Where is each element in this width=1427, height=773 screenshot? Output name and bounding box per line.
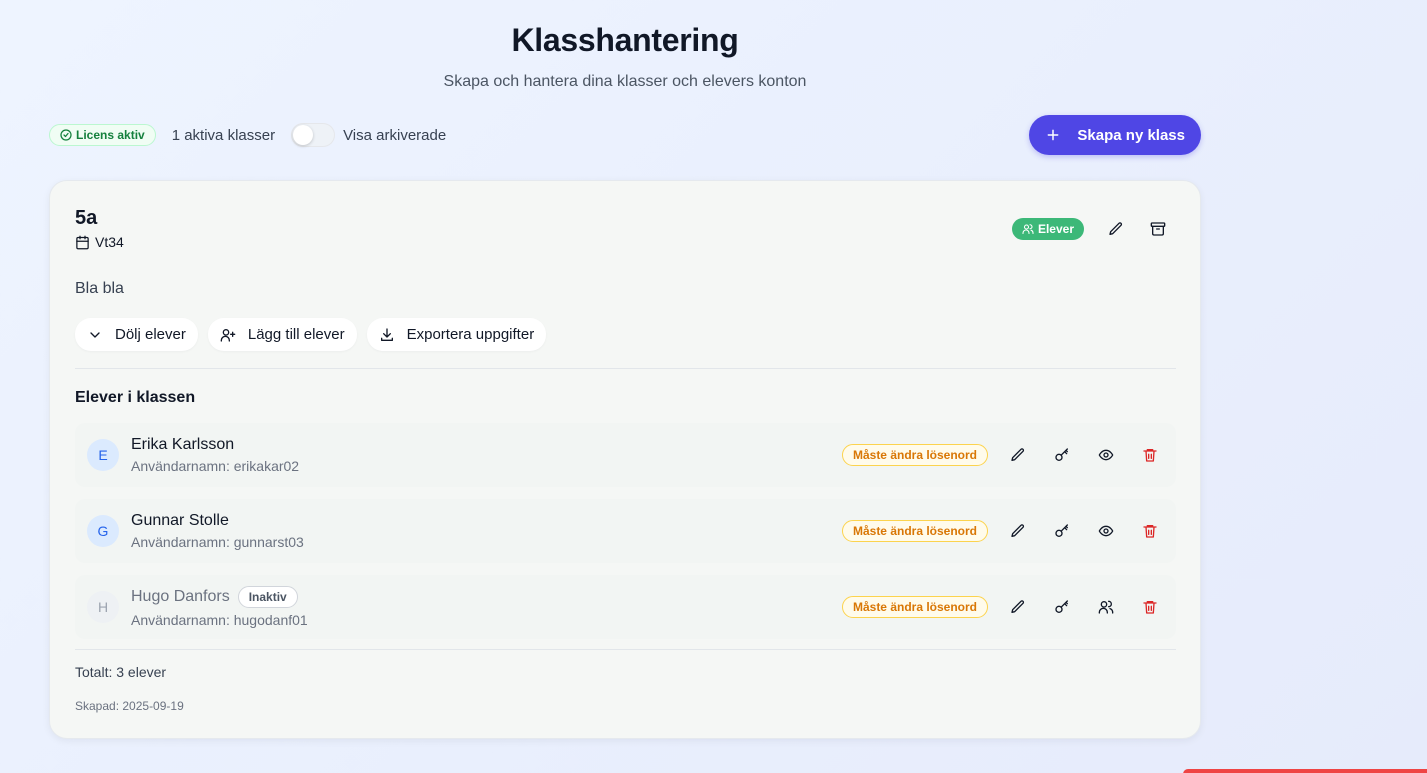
student-actions: Måste ändra lösenord <box>841 440 1168 470</box>
page-title: Klasshantering <box>511 22 739 58</box>
reset-password-button[interactable] <box>1044 440 1080 470</box>
student-name: Gunnar Stolle <box>131 512 229 529</box>
divider <box>75 649 1176 650</box>
class-description: Bla bla <box>75 280 124 297</box>
students-badge-label: Elever <box>1037 222 1074 236</box>
student-username: Användarnamn: hugodanf01 <box>131 612 308 628</box>
archive-class-button[interactable] <box>1140 214 1176 244</box>
password-status-badge: Måste ändra lösenord <box>841 444 988 466</box>
pencil-icon <box>1011 448 1025 461</box>
password-status-badge: Måste ändra lösenord <box>841 520 988 542</box>
check-circle-icon <box>60 129 72 141</box>
student-info: Gunnar Stolle Användarnamn: gunnarst03 <box>131 512 304 550</box>
show-archived-label: Visa arkiverade <box>343 126 447 144</box>
page-header: Klasshantering Skapa och hantera dina kl… <box>0 22 1250 91</box>
edit-student-button[interactable] <box>1000 592 1036 622</box>
export-tasks-button[interactable]: Exportera uppgifter <box>366 318 547 351</box>
delete-student-button[interactable] <box>1132 516 1168 546</box>
pencil-icon <box>1011 524 1025 537</box>
student-name-line: Gunnar Stolle <box>131 512 304 530</box>
student-row: E Erika Karlsson Användarnamn: erikakar0… <box>75 423 1176 487</box>
key-icon <box>1055 524 1068 537</box>
pencil-icon <box>1011 600 1025 613</box>
users-icon <box>1098 600 1114 614</box>
edit-student-button[interactable] <box>1000 440 1036 470</box>
corner-notification-bar <box>1183 769 1427 773</box>
chevron-down-icon <box>90 331 100 338</box>
license-badge: Licens aktiv <box>49 124 156 146</box>
class-term: Vt34 <box>75 234 124 250</box>
users-icon <box>1022 224 1034 235</box>
class-term-label: Vt34 <box>95 234 124 250</box>
class-actions: Elever <box>1011 214 1176 244</box>
activate-student-button[interactable] <box>1088 592 1124 622</box>
class-name: 5a <box>75 207 98 229</box>
license-label: Licens aktiv <box>76 128 145 142</box>
reset-password-button[interactable] <box>1044 516 1080 546</box>
class-card: 5a Vt34 Elever Bla bla Dölj elever Lägg … <box>49 180 1201 739</box>
archive-icon <box>1150 222 1166 236</box>
create-class-label: Skapa ny klass <box>1077 126 1185 144</box>
add-students-label: Lägg till elever <box>247 326 345 343</box>
user-plus-icon <box>220 328 236 342</box>
student-row: H Hugo Danfors Inaktiv Användarnamn: hug… <box>75 575 1176 639</box>
calendar-icon <box>76 235 89 249</box>
student-row: G Gunnar Stolle Användarnamn: gunnarst03… <box>75 499 1176 563</box>
view-student-button[interactable] <box>1088 516 1124 546</box>
delete-student-button[interactable] <box>1132 592 1168 622</box>
plus-icon <box>1048 129 1059 141</box>
delete-student-button[interactable] <box>1132 440 1168 470</box>
student-actions: Måste ändra lösenord <box>841 516 1168 546</box>
avatar: H <box>87 591 119 623</box>
reset-password-button[interactable] <box>1044 592 1080 622</box>
student-actions: Måste ändra lösenord <box>841 592 1168 622</box>
eye-icon <box>1098 525 1114 537</box>
page-subtitle: Skapa och hantera dina klasser och eleve… <box>443 73 807 90</box>
inactive-badge: Inaktiv <box>237 586 298 608</box>
trash-icon <box>1143 449 1157 462</box>
key-icon <box>1055 448 1068 461</box>
password-status-badge: Måste ändra lösenord <box>841 596 988 618</box>
avatar: G <box>87 515 119 547</box>
key-icon <box>1055 600 1068 613</box>
active-classes-count: 1 aktiva klasser <box>171 126 276 144</box>
students-total: Totalt: 3 elever <box>75 664 167 680</box>
class-action-row: Dölj elever Lägg till elever Exportera u… <box>75 318 547 351</box>
download-icon <box>380 327 393 341</box>
create-class-button[interactable]: Skapa ny klass <box>1029 115 1201 155</box>
students-badge[interactable]: Elever <box>1011 218 1084 240</box>
trash-icon <box>1143 525 1157 538</box>
hide-students-button[interactable]: Dölj elever <box>75 318 198 351</box>
pencil-icon <box>1109 222 1123 235</box>
edit-student-button[interactable] <box>1000 516 1036 546</box>
avatar: E <box>87 439 119 471</box>
student-username: Användarnamn: gunnarst03 <box>131 534 304 550</box>
add-students-button[interactable]: Lägg till elever <box>207 318 357 351</box>
students-section-title: Elever i klassen <box>75 389 196 406</box>
student-info: Hugo Danfors Inaktiv Användarnamn: hugod… <box>131 586 308 628</box>
student-username: Användarnamn: erikakar02 <box>131 458 300 474</box>
student-name: Hugo Danfors <box>131 588 230 605</box>
student-info: Erika Karlsson Användarnamn: erikakar02 <box>131 436 299 474</box>
edit-class-button[interactable] <box>1098 214 1134 244</box>
hide-students-label: Dölj elever <box>115 326 186 343</box>
export-tasks-label: Exportera uppgifter <box>406 326 535 343</box>
student-name: Erika Karlsson <box>131 436 235 453</box>
student-name-line: Erika Karlsson <box>131 436 299 454</box>
toggle-knob <box>293 125 314 145</box>
eye-icon <box>1098 449 1114 461</box>
view-student-button[interactable] <box>1088 440 1124 470</box>
show-archived-toggle[interactable] <box>291 123 336 147</box>
divider <box>75 368 1176 369</box>
created-date: Skapad: 2025-09-19 <box>75 699 184 713</box>
toolbar: Licens aktiv 1 aktiva klasser Visa arkiv… <box>49 114 1201 156</box>
student-name-line: Hugo Danfors Inaktiv <box>131 586 308 608</box>
trash-icon <box>1143 601 1157 614</box>
